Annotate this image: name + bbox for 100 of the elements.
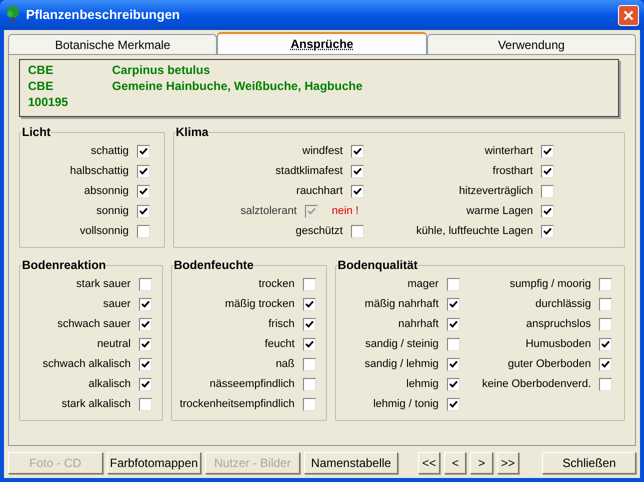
checkbox[interactable] <box>136 164 150 178</box>
checkbox[interactable] <box>446 318 460 330</box>
checkbox[interactable] <box>350 184 364 198</box>
checkbox[interactable] <box>599 318 612 330</box>
checkbox-label: naß <box>276 356 295 372</box>
checkbox-label: sauer <box>103 296 131 312</box>
tab[interactable]: Ansprüche <box>217 32 427 54</box>
checkbox-label: schwach sauer <box>57 316 131 332</box>
checkbox-label: nässeempfindlich <box>210 376 295 392</box>
push-button[interactable]: << <box>418 452 440 474</box>
tab[interactable]: Verwendung <box>426 34 636 54</box>
checkbox[interactable] <box>599 378 612 390</box>
checkbox[interactable] <box>541 164 554 178</box>
checkbox[interactable] <box>136 144 150 158</box>
checkbox-label: durchlässig <box>535 296 591 312</box>
plant-code: CBE <box>28 62 54 79</box>
push-button[interactable]: Schließen <box>542 452 636 474</box>
close-button[interactable] <box>618 4 639 26</box>
close-icon <box>623 10 634 20</box>
checkmark-icon <box>448 300 458 308</box>
checkbox[interactable] <box>599 338 612 350</box>
checkbox[interactable] <box>446 278 460 290</box>
checkbox[interactable] <box>302 398 316 410</box>
checkbox[interactable] <box>302 278 316 290</box>
checkbox[interactable] <box>599 278 612 290</box>
checkbox[interactable] <box>446 338 460 350</box>
checkbox-label: halbschattig <box>70 164 129 179</box>
checkbox[interactable] <box>541 144 554 158</box>
checkbox[interactable] <box>446 298 460 310</box>
push-button[interactable]: >> <box>496 452 519 474</box>
checkbox[interactable] <box>302 318 316 330</box>
checkmark-icon <box>304 300 314 308</box>
checkbox[interactable] <box>302 298 316 310</box>
group-title: Klima <box>176 124 208 141</box>
checkmark-icon <box>543 206 552 216</box>
group-title: Licht <box>22 124 51 141</box>
checkbox[interactable] <box>136 224 150 238</box>
checkmark-icon <box>140 300 150 308</box>
checkbox[interactable] <box>541 204 554 218</box>
checkbox-label: windfest <box>302 144 343 159</box>
checkbox[interactable] <box>138 278 152 290</box>
push-button[interactable]: Farbfotomappen <box>106 452 202 474</box>
checkbox[interactable] <box>302 338 316 350</box>
checkbox[interactable] <box>138 298 152 310</box>
checkbox[interactable] <box>302 378 316 390</box>
push-button[interactable]: < <box>444 452 466 474</box>
checkbox[interactable] <box>136 184 150 198</box>
checkbox-label: hitzeverträglich <box>459 184 533 199</box>
push-button[interactable]: > <box>470 452 493 474</box>
checkbox[interactable] <box>302 358 316 370</box>
checkbox[interactable] <box>446 358 460 370</box>
checkbox[interactable] <box>446 378 460 390</box>
checkbox-label: nahrhaft <box>398 316 439 332</box>
checkbox[interactable] <box>138 398 152 410</box>
checkbox[interactable] <box>599 358 612 370</box>
checkbox-label: mäßig trocken <box>224 296 295 312</box>
checkmark-icon <box>352 146 362 156</box>
checkmark-icon <box>543 166 552 176</box>
checkbox-label: mäßig nahrhaft <box>364 296 439 312</box>
checkbox[interactable] <box>446 398 460 410</box>
group-title: Bodenreaktion <box>22 257 106 274</box>
checkbox-label: lehmig <box>406 376 439 392</box>
checkmark-icon <box>448 400 458 408</box>
checkbox[interactable] <box>350 144 364 158</box>
checkbox-label: alkalisch <box>88 376 131 392</box>
checkbox-label: warme Lagen <box>466 204 533 219</box>
checkmark-icon <box>304 320 314 328</box>
checkmark-icon <box>138 186 148 196</box>
push-button[interactable]: Namenstabelle <box>304 452 398 474</box>
checkbox-label: salztolerant <box>240 204 297 219</box>
checkmark-icon <box>140 360 150 368</box>
tab[interactable]: Botanische Merkmale <box>8 34 218 54</box>
checkbox[interactable] <box>138 338 152 350</box>
checkbox[interactable] <box>599 298 612 310</box>
checkmark-icon <box>448 360 458 368</box>
checkbox-label: vollsonnig <box>80 224 129 239</box>
checkbox-label: stark sauer <box>76 276 131 292</box>
checkbox[interactable] <box>541 224 554 238</box>
checkmark-icon <box>138 166 148 176</box>
checkbox[interactable] <box>136 204 150 218</box>
plant-code: 100195 <box>28 94 70 111</box>
checkbox-label: trockenheitsempfindlich <box>180 396 295 412</box>
checkbox-label: stadtklimafest <box>276 164 343 179</box>
checkbox-label: mager <box>407 276 439 292</box>
plant-code: CBE <box>28 78 54 95</box>
checkbox[interactable] <box>138 318 152 330</box>
checkbox-label: schattig <box>90 144 129 159</box>
checkbox[interactable] <box>541 184 554 198</box>
checkbox[interactable] <box>138 358 152 370</box>
checkmark-icon <box>601 340 610 348</box>
checkbox[interactable] <box>138 378 152 390</box>
checkbox[interactable] <box>350 164 364 178</box>
warning-note: nein ! <box>330 204 360 219</box>
checkbox[interactable] <box>350 224 364 238</box>
checkmark-icon <box>138 206 148 216</box>
checkbox-label: anspruchslos <box>526 316 591 332</box>
checkbox-label: absonnig <box>84 184 129 199</box>
checkbox-label: sumpfig / moorig <box>510 276 591 292</box>
group-title: Bodenqualität <box>338 257 418 274</box>
checkbox-label: sandig / lehmig <box>364 356 439 372</box>
